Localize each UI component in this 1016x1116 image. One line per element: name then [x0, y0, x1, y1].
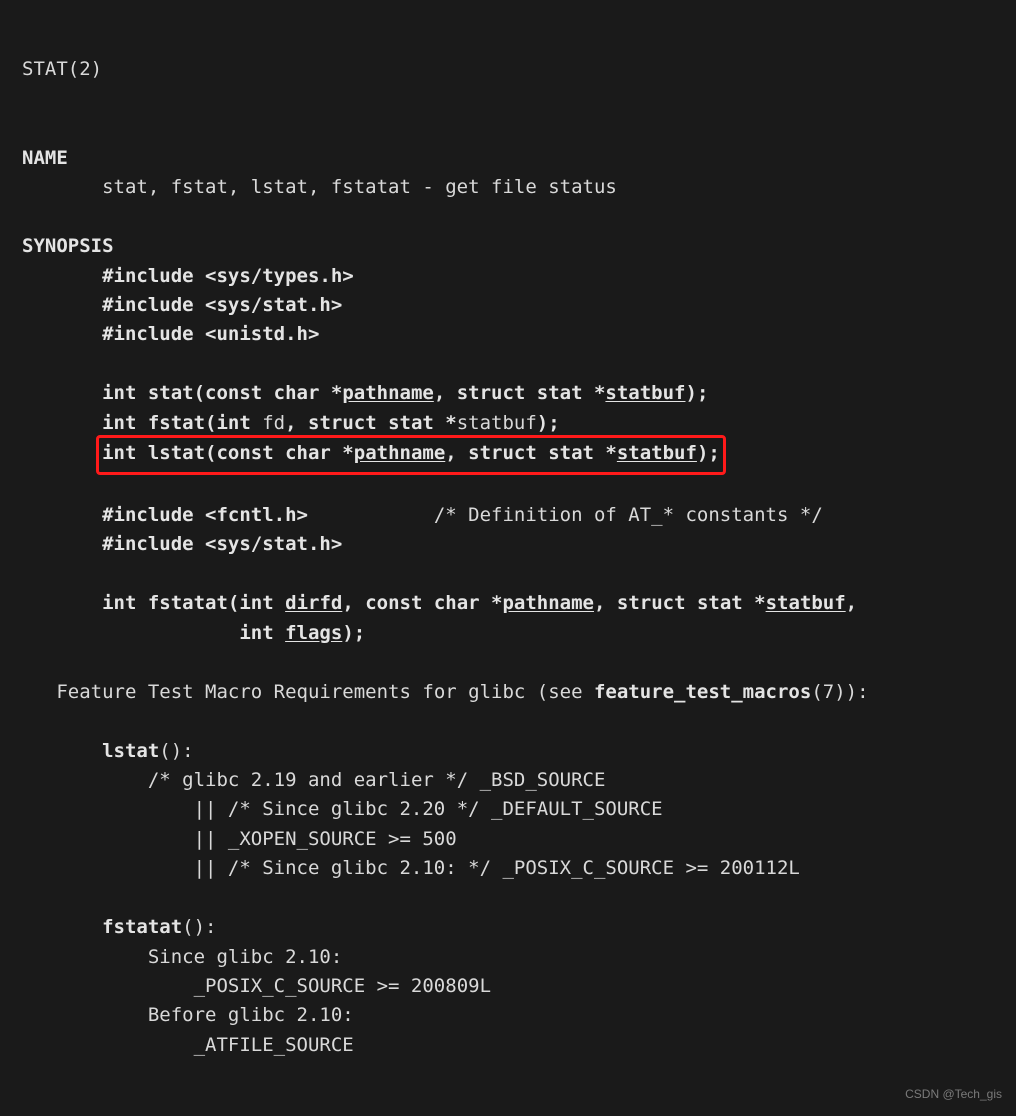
ftm-fstatat-header: fstatat — [102, 916, 182, 938]
ftm-line: _POSIX_C_SOURCE >= 200809L — [194, 975, 491, 997]
ftm-line: _ATFILE_SOURCE — [194, 1034, 354, 1056]
param-statbuf: statbuf — [457, 412, 537, 434]
ftm-line: /* glibc 2.19 and earlier */ _BSD_SOURCE — [148, 769, 606, 791]
man-header: STAT(2) — [22, 58, 102, 80]
include-comment: /* Definition of AT_* constants */ — [434, 504, 823, 526]
include-line: #include <fcntl.h> — [102, 504, 308, 526]
ftm-lstat-paren: (): — [159, 740, 193, 762]
func-decl-lstat: int lstat(const char *pathname, struct s… — [102, 442, 720, 464]
ftm-line: Before glibc 2.10: — [148, 1004, 354, 1026]
section-synopsis: SYNOPSIS — [22, 235, 114, 257]
param-fd: fd — [262, 412, 285, 434]
ftm-line: || _XOPEN_SOURCE >= 500 — [194, 828, 457, 850]
ftm-line: Since glibc 2.10: — [148, 946, 342, 968]
ftm-fstatat-paren: (): — [182, 916, 216, 938]
include-line: #include <unistd.h> — [102, 323, 319, 345]
include-line: #include <sys/stat.h> — [102, 294, 342, 316]
include-line: #include <sys/stat.h> — [102, 533, 342, 555]
ftm-line: || /* Since glibc 2.20 */ _DEFAULT_SOURC… — [194, 798, 663, 820]
func-decl-fstatat-line2: int flags); — [239, 622, 365, 644]
highlight-lstat-box: int lstat(const char *pathname, struct s… — [96, 435, 726, 474]
man-page: STAT(2) NAME stat, fstat, lstat, fstatat… — [0, 0, 1016, 1116]
ftm-line: || /* Since glibc 2.10: */ _POSIX_C_SOUR… — [194, 857, 800, 879]
func-decl-fstat-end: ); — [537, 412, 560, 434]
func-decl-fstat: int fstat(int — [102, 412, 262, 434]
ftm-lstat-header: lstat — [102, 740, 159, 762]
include-line: #include <sys/types.h> — [102, 265, 354, 287]
func-decl-fstat-mid: , struct stat * — [285, 412, 457, 434]
name-line: stat, fstat, lstat, fstatat - get file s… — [102, 176, 617, 198]
watermark-text: CSDN @Tech_gis — [905, 1085, 1002, 1104]
func-decl-stat: int stat(const char *pathname, struct st… — [102, 382, 708, 404]
section-name: NAME — [22, 147, 68, 169]
func-decl-fstatat: int fstatat(int dirfd, const char *pathn… — [102, 592, 857, 614]
ftm-text: Feature Test Macro Requirements for glib… — [56, 681, 868, 703]
